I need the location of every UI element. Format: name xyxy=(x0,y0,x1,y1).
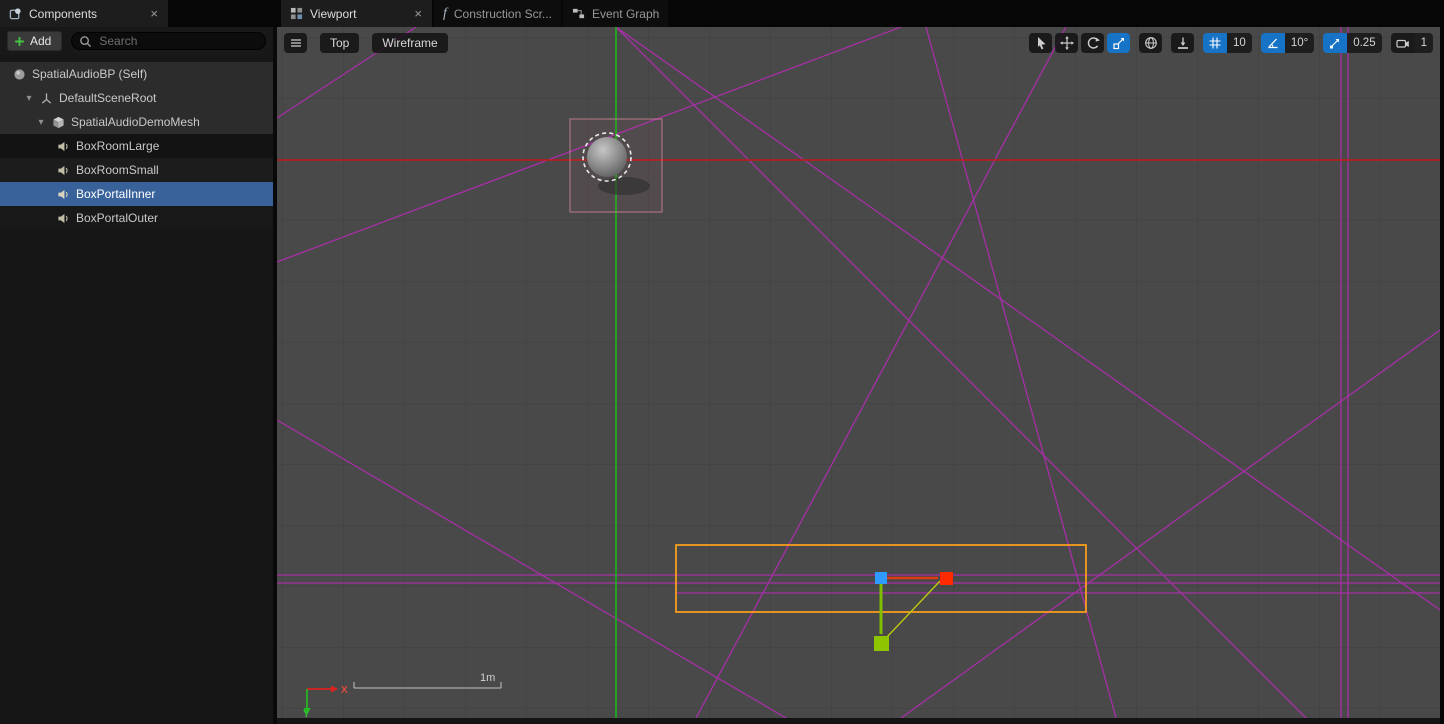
components-tree: SpatialAudioBP (Self) ▾ DefaultSceneRoot… xyxy=(0,62,273,230)
tab-event-graph-label: Event Graph xyxy=(592,7,659,21)
viewport-toolbar-left: Top Wireframe xyxy=(284,33,448,53)
plus-icon xyxy=(14,36,25,47)
viewport-options-menu-button[interactable] xyxy=(284,33,307,53)
scale-ruler-label: 1m xyxy=(480,672,495,684)
globe-icon xyxy=(1144,36,1158,50)
select-tool-button[interactable] xyxy=(1029,33,1052,53)
gizmo-handle-y[interactable] xyxy=(874,636,889,651)
blueprint-editor-window: Components × Viewport × f Construction S… xyxy=(0,0,1444,724)
gizmo-handle-center[interactable] xyxy=(875,572,887,584)
hamburger-menu-icon xyxy=(289,36,303,50)
grid-snap-icon xyxy=(1208,36,1222,50)
axis-x-label: X xyxy=(341,685,348,696)
components-toolbar: Add xyxy=(0,27,273,55)
rotation-snap-control: 10° xyxy=(1261,33,1314,53)
surface-snapping-button[interactable] xyxy=(1171,33,1194,53)
close-icon[interactable]: × xyxy=(413,7,423,20)
tab-viewport[interactable]: Viewport × xyxy=(281,0,432,27)
search-icon xyxy=(79,35,92,48)
axis-y-label: Y xyxy=(303,709,310,718)
camera-icon xyxy=(1396,36,1410,50)
camera-speed-value[interactable]: 1 xyxy=(1415,33,1433,53)
camera-speed-button[interactable] xyxy=(1391,33,1415,53)
scale-tool-button[interactable] xyxy=(1107,33,1130,53)
tree-item-boxportalinner[interactable]: BoxPortalInner xyxy=(0,182,273,206)
camera-speed-control: 1 xyxy=(1391,33,1433,53)
search-input[interactable] xyxy=(97,33,258,49)
event-graph-icon xyxy=(572,7,585,20)
scale-snap-control: 0.25 xyxy=(1323,33,1381,53)
grid-snap-control: 10 xyxy=(1203,33,1252,53)
rotate-tool-button[interactable] xyxy=(1081,33,1104,53)
audio-source-mesh[interactable] xyxy=(570,119,662,212)
render-mode-button[interactable]: Wireframe xyxy=(372,33,447,53)
grid-snap-toggle-button[interactable] xyxy=(1203,33,1227,53)
blueprint-self-icon xyxy=(13,68,26,81)
scale-snap-icon xyxy=(1328,36,1342,50)
tab-construction-script[interactable]: f Construction Scr... xyxy=(434,0,561,27)
rotation-snap-toggle-button[interactable] xyxy=(1261,33,1285,53)
scale-snap-toggle-button[interactable] xyxy=(1323,33,1347,53)
rotation-snap-value[interactable]: 10° xyxy=(1285,33,1314,53)
audio-component-icon xyxy=(57,212,70,225)
scale-tool-icon xyxy=(1112,36,1126,50)
close-icon[interactable]: × xyxy=(149,7,159,20)
viewport-panel: 1m X Y Top Wireframe xyxy=(277,27,1440,724)
tree-item-label: BoxRoomSmall xyxy=(76,163,159,177)
tree-item-label: SpatialAudioDemoMesh xyxy=(71,115,200,129)
move-tool-button[interactable] xyxy=(1055,33,1078,53)
expander-arrow-icon[interactable]: ▾ xyxy=(36,117,46,128)
viewport-tab-strip: Viewport × f Construction Scr... Event G… xyxy=(281,0,1444,27)
audio-component-icon xyxy=(57,164,70,177)
function-icon: f xyxy=(443,7,447,21)
components-panel: Add SpatialAudioBP (Self) ▾ xyxy=(0,27,277,724)
tab-components-label: Components xyxy=(29,7,142,21)
add-component-button[interactable]: Add xyxy=(7,31,62,51)
tab-components[interactable]: Components × xyxy=(0,0,168,27)
gizmo-handle-x[interactable] xyxy=(940,572,953,585)
tree-item-spatialaudiodemomesh[interactable]: ▾ SpatialAudioDemoMesh xyxy=(0,110,273,134)
scene-root-icon xyxy=(40,92,53,105)
add-button-label: Add xyxy=(30,34,51,48)
audio-component-icon xyxy=(57,188,70,201)
move-tool-icon xyxy=(1060,36,1074,50)
speaker-sphere xyxy=(587,137,627,177)
tree-item-label: SpatialAudioBP (Self) xyxy=(32,67,147,81)
rotate-tool-icon xyxy=(1086,36,1100,50)
expander-arrow-icon[interactable]: ▾ xyxy=(24,93,34,104)
component-search-box[interactable] xyxy=(71,32,266,50)
tree-item-label: DefaultSceneRoot xyxy=(59,91,156,105)
tree-item-defaultsceneroot[interactable]: ▾ DefaultSceneRoot xyxy=(0,86,273,110)
tree-item-label: BoxPortalOuter xyxy=(76,211,158,225)
mesh-shadow xyxy=(598,177,650,195)
tree-item-label: BoxRoomLarge xyxy=(76,139,159,153)
components-tab-strip: Components × xyxy=(0,0,281,27)
tab-viewport-label: Viewport xyxy=(310,7,406,21)
tab-event-graph[interactable]: Event Graph xyxy=(563,0,668,27)
viewport-icon xyxy=(290,7,303,20)
tab-construction-script-label: Construction Scr... xyxy=(454,7,552,21)
surface-snapping-icon xyxy=(1176,36,1190,50)
tree-item-boxroomlarge[interactable]: BoxRoomLarge xyxy=(0,134,273,158)
viewport-bottom-edge xyxy=(277,718,1440,724)
select-cursor-icon xyxy=(1034,36,1048,50)
tree-item-spatialaudiobp[interactable]: SpatialAudioBP (Self) xyxy=(0,62,273,86)
audio-component-icon xyxy=(57,140,70,153)
viewport-grid xyxy=(277,27,1440,718)
components-icon xyxy=(9,7,22,20)
tree-item-boxportalouter[interactable]: BoxPortalOuter xyxy=(0,206,273,230)
view-mode-button[interactable]: Top xyxy=(320,33,359,53)
scale-snap-value[interactable]: 0.25 xyxy=(1347,33,1381,53)
coordinate-space-button[interactable] xyxy=(1139,33,1162,53)
grid-snap-value[interactable]: 10 xyxy=(1227,33,1252,53)
viewport-toolbar-right: 10 10° xyxy=(1029,33,1433,53)
tree-item-boxroomsmall[interactable]: BoxRoomSmall xyxy=(0,158,273,182)
static-mesh-icon xyxy=(52,116,65,129)
tree-item-label: BoxPortalInner xyxy=(76,187,155,201)
tab-strip: Components × Viewport × f Construction S… xyxy=(0,0,1444,27)
angle-snap-icon xyxy=(1266,36,1280,50)
viewport-canvas[interactable]: 1m X Y xyxy=(277,27,1440,718)
